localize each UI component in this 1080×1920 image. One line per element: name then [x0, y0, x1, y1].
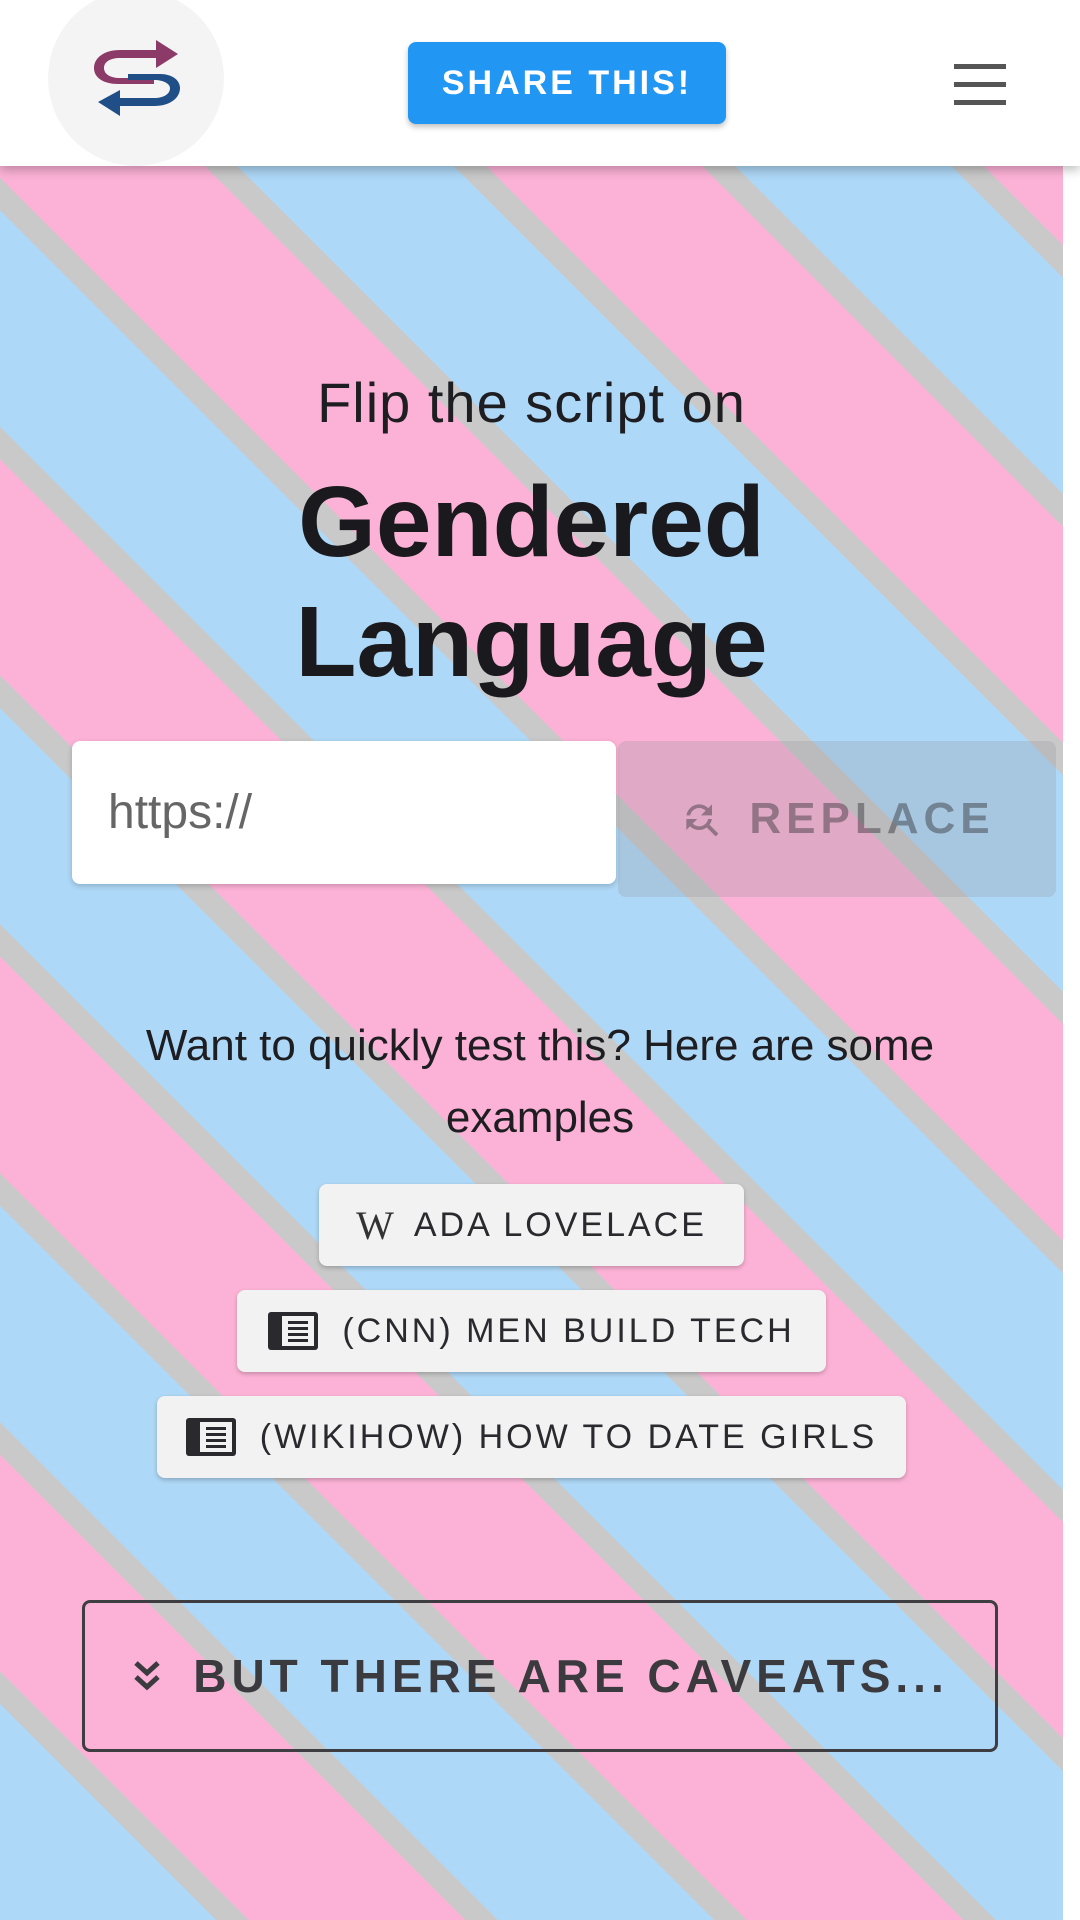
- caveats-label: BUT THERE ARE CAVEATS...: [193, 1650, 949, 1702]
- hero-title: Gendered Language: [0, 462, 1063, 702]
- replace-button[interactable]: REPLACE: [618, 741, 1056, 897]
- hero-title-line-1: Gendered: [298, 466, 765, 578]
- example-ada-lovelace-button[interactable]: W ADA LOVELACE: [319, 1184, 744, 1266]
- url-input-placeholder: https://: [108, 786, 253, 839]
- example-label: ADA LOVELACE: [413, 1205, 707, 1244]
- scrollbar-gutter: [1063, 0, 1080, 1920]
- hero-subtitle: Flip the script on: [317, 371, 746, 434]
- swap-arrows-icon: [94, 40, 180, 116]
- example-label: (CNN) MEN BUILD TECH: [342, 1311, 795, 1350]
- wikipedia-icon: W: [356, 1202, 394, 1248]
- example-cnn-button[interactable]: (CNN) MEN BUILD TECH: [237, 1290, 826, 1372]
- caveats-button[interactable]: BUT THERE ARE CAVEATS...: [82, 1600, 998, 1752]
- hamburger-menu-icon[interactable]: [950, 62, 1010, 108]
- newspaper-icon: [268, 1312, 319, 1350]
- hero-title-line-2: Language: [295, 586, 768, 698]
- replace-button-label: REPLACE: [749, 794, 995, 843]
- newspaper-icon: [185, 1418, 236, 1456]
- url-input[interactable]: https://: [72, 741, 616, 884]
- examples-intro: Want to quickly test this? Here are some…: [145, 1021, 935, 1142]
- share-button[interactable]: SHARE THIS!: [408, 42, 726, 124]
- find-replace-icon: [679, 797, 723, 841]
- double-chevron-down-icon: [131, 1659, 163, 1693]
- example-label: (WIKIHOW) HOW TO DATE GIRLS: [259, 1417, 878, 1456]
- example-wikihow-button[interactable]: (WIKIHOW) HOW TO DATE GIRLS: [157, 1396, 906, 1478]
